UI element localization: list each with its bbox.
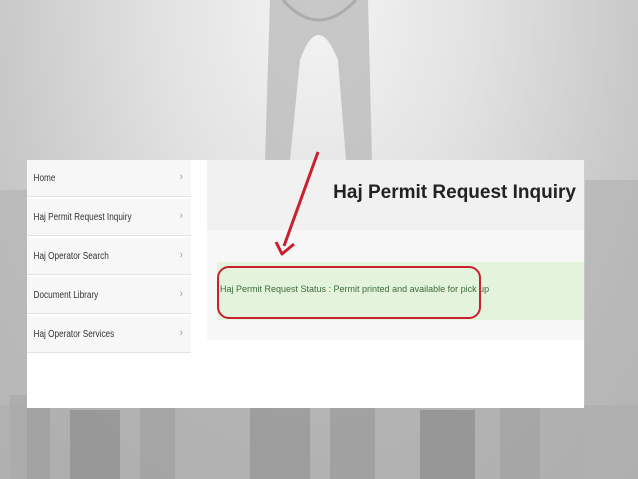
sidebar-item-label: Haj Operator Services	[33, 328, 115, 340]
sidebar-item-label: Home	[33, 172, 56, 184]
sidebar-item-haj-operator-search[interactable]: Haj Operator Search ›	[27, 238, 191, 275]
chevron-right-icon: ›	[179, 288, 183, 300]
sidebar-item-home[interactable]: Home ›	[27, 160, 191, 197]
sidebar-item-label: Document Library	[33, 289, 99, 301]
sidebar-item-haj-operator-services[interactable]: Haj Operator Services ›	[27, 316, 191, 353]
sidebar-menu: Home › Haj Permit Request Inquiry › Haj …	[27, 160, 191, 355]
chevron-right-icon: ›	[179, 249, 183, 261]
chevron-right-icon: ›	[179, 171, 183, 183]
annotation-arrow-icon	[274, 151, 320, 256]
sidebar-item-document-library[interactable]: Document Library ›	[27, 277, 191, 314]
sidebar-item-haj-permit-request-inquiry[interactable]: Haj Permit Request Inquiry ›	[27, 199, 191, 236]
highlight-annotation	[217, 266, 481, 319]
title-bar: Haj Permit Request Inquiry	[207, 160, 584, 231]
sidebar-item-label: Haj Permit Request Inquiry	[33, 211, 132, 223]
chevron-right-icon: ›	[179, 210, 183, 222]
page-title: Haj Permit Request Inquiry	[333, 182, 576, 203]
chevron-right-icon: ›	[179, 327, 183, 339]
sidebar-item-label: Haj Operator Search	[33, 250, 109, 262]
